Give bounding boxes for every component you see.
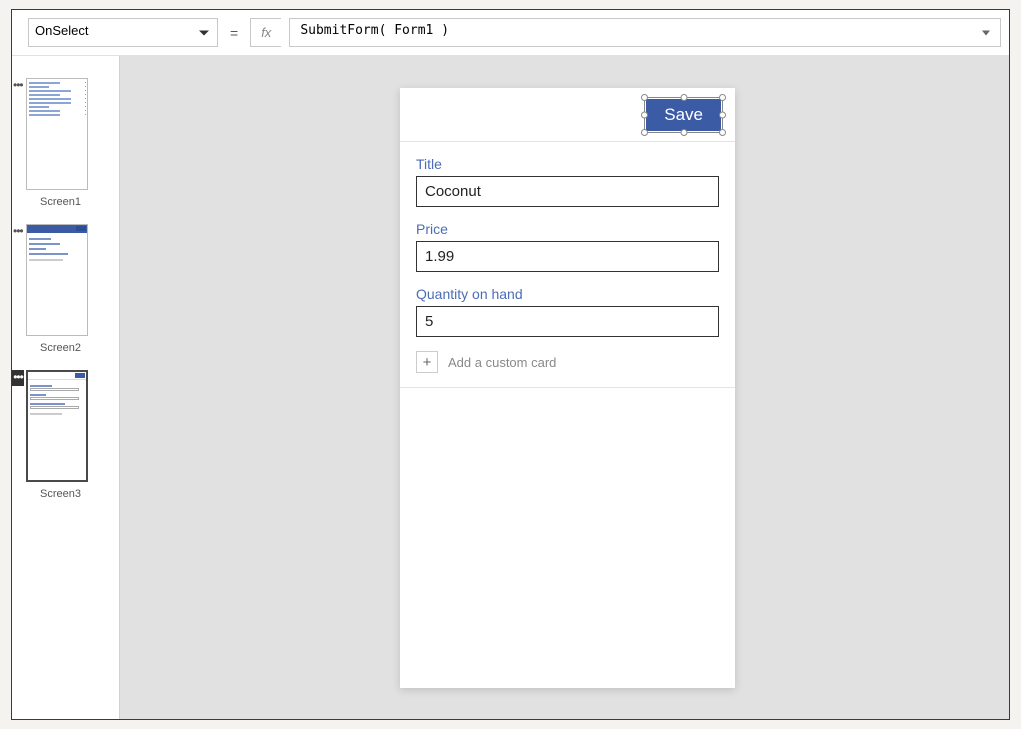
field-label: Quantity on hand	[416, 286, 719, 302]
screen-thumb-1[interactable]: ••• Screen1	[12, 78, 119, 208]
screens-panel: ••• Screen1	[12, 56, 120, 719]
more-icon[interactable]: •••	[13, 82, 23, 88]
more-icon[interactable]: •••	[12, 370, 24, 386]
resize-handle[interactable]	[719, 94, 726, 101]
add-custom-card[interactable]: + Add a custom card	[416, 351, 719, 373]
field-label: Price	[416, 221, 719, 237]
preview-header: Save	[400, 88, 735, 142]
chevron-down-icon[interactable]	[982, 30, 990, 35]
quantity-input[interactable]	[416, 306, 719, 337]
add-card-label: Add a custom card	[448, 355, 556, 370]
resize-handle[interactable]	[719, 129, 726, 136]
screen-label: Screen3	[40, 488, 119, 500]
resize-handle[interactable]	[641, 111, 648, 118]
screen-thumbnail	[26, 224, 88, 336]
screen-label: Screen1	[40, 196, 119, 208]
resize-handle[interactable]	[719, 111, 726, 118]
save-button-selection: Save	[646, 99, 721, 131]
fx-icon: fx	[250, 18, 281, 47]
field-quantity: Quantity on hand	[416, 286, 719, 337]
main-area: ••• Screen1	[12, 56, 1009, 719]
field-label: Title	[416, 156, 719, 172]
property-dropdown[interactable]: OnSelect	[28, 18, 218, 47]
app-frame: OnSelect = fx SubmitForm( Form1 ) •••	[11, 9, 1010, 720]
save-button[interactable]: Save	[646, 99, 721, 131]
screen-thumbnail	[26, 78, 88, 190]
formula-bar: OnSelect = fx SubmitForm( Form1 )	[12, 10, 1009, 56]
more-icon[interactable]: •••	[13, 228, 23, 234]
resize-handle[interactable]	[680, 94, 687, 101]
price-input[interactable]	[416, 241, 719, 272]
resize-handle[interactable]	[680, 129, 687, 136]
field-price: Price	[416, 221, 719, 272]
screen-thumb-2[interactable]: ••• Screen2	[12, 224, 119, 354]
screen-label: Screen2	[40, 342, 119, 354]
formula-text: SubmitForm( Form1 )	[300, 23, 449, 38]
formula-input[interactable]: SubmitForm( Form1 )	[289, 18, 1001, 47]
title-input[interactable]	[416, 176, 719, 207]
property-dropdown-value: OnSelect	[35, 23, 88, 38]
resize-handle[interactable]	[641, 129, 648, 136]
screen-thumbnail	[26, 370, 88, 482]
screen-thumb-3[interactable]: ••• Screen3	[12, 370, 119, 500]
plus-icon: +	[416, 351, 438, 373]
equals-sign: =	[226, 18, 242, 47]
canvas[interactable]: Save Title	[120, 56, 1009, 719]
edit-form: Title Price Quantity on hand + Add a cus…	[400, 142, 735, 388]
resize-handle[interactable]	[641, 94, 648, 101]
device-preview: Save Title	[400, 88, 735, 688]
field-title: Title	[416, 156, 719, 207]
